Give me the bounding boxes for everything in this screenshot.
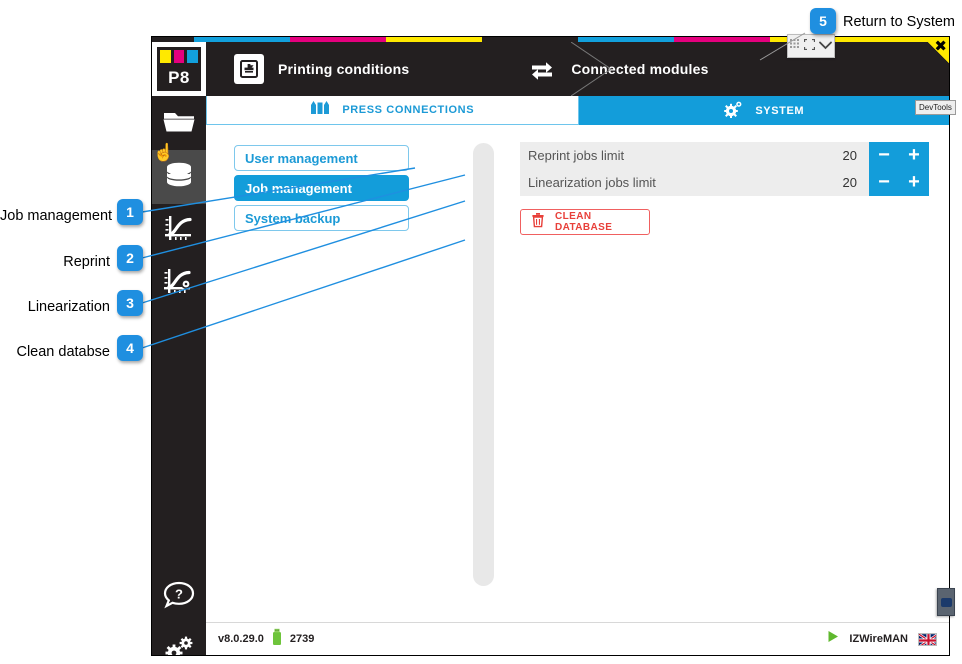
menu-item-label: System backup	[245, 210, 341, 226]
callout-label-4: Clean databse	[16, 344, 110, 360]
menu-item-user-management[interactable]: User management	[234, 145, 409, 171]
close-x-icon[interactable]: ✖	[934, 39, 947, 54]
curve-gear-icon	[162, 267, 196, 304]
tab-bar: PRESS CONNECTIONS SYSTEM	[206, 96, 949, 125]
gear-icon	[723, 101, 743, 121]
version-label: v8.0.29.0	[218, 633, 264, 645]
gears-icon	[162, 634, 196, 655]
breadcrumb-separator	[571, 42, 612, 96]
menu-item-label: Job management	[245, 180, 352, 196]
setting-label: Reprint jobs limit	[528, 148, 625, 163]
callout-number: 2	[126, 250, 134, 266]
sync-arrows-icon	[527, 54, 557, 84]
tab-press-connections[interactable]: PRESS CONNECTIONS	[206, 96, 579, 125]
play-triangle-icon[interactable]	[827, 630, 839, 648]
content-area: User management Job management System ba…	[206, 125, 949, 622]
sidebar-item-settings[interactable]	[152, 624, 206, 655]
status-bar: v8.0.29.0 2739 IZWireMAN	[206, 622, 949, 655]
header-bar: Printing conditions Connected modules	[206, 42, 949, 96]
reprint-minus-button[interactable]: −	[869, 142, 899, 169]
settings-menu-list: User management Job management System ba…	[234, 145, 409, 235]
breadcrumb-printing-conditions[interactable]: Printing conditions	[206, 42, 409, 96]
status-bar-left: v8.0.29.0 2739	[218, 628, 314, 651]
menu-item-job-management[interactable]: Job management	[234, 175, 409, 201]
printer-plate-icon	[234, 54, 264, 84]
stepper-plus-column: + +	[899, 142, 929, 196]
setting-row-reprint-jobs-limit: Reprint jobs limit 20	[520, 142, 929, 169]
devtools-tooltip[interactable]: DevTools	[915, 100, 956, 115]
status-bar-right: IZWireMAN	[827, 630, 937, 648]
settings-rows: Reprint jobs limit 20 Linearization jobs…	[520, 142, 929, 196]
uk-flag-icon[interactable]	[918, 632, 937, 646]
sidebar-item-folder[interactable]	[152, 96, 206, 150]
help-bubble-icon: ?	[163, 580, 195, 615]
tab-label: SYSTEM	[755, 104, 805, 117]
stepper-controls: − − + +	[869, 142, 929, 196]
callout-badge-2: 2	[117, 245, 143, 271]
edge-drag-handle[interactable]	[937, 588, 955, 616]
chevron-down-icon[interactable]	[819, 37, 833, 55]
usb-dongle-icon	[272, 628, 282, 651]
callout-number: 5	[819, 13, 827, 29]
handle-dot-icon	[940, 597, 952, 607]
callout-label-1: Job management	[0, 208, 113, 224]
screenshot-root: 1 Job management 2 Reprint 3 Linearizati…	[0, 0, 962, 664]
sidebar-item-linearization-settings[interactable]	[152, 258, 206, 312]
app-name-label: IZWireMAN	[849, 633, 908, 645]
menu-item-system-backup[interactable]: System backup	[234, 205, 409, 231]
menu-item-label: User management	[245, 150, 358, 166]
linearization-minus-button[interactable]: −	[869, 169, 899, 196]
reprint-plus-button[interactable]: +	[899, 142, 929, 169]
callout-badge-1: 1	[117, 199, 143, 225]
sidebar-rail: ?	[152, 96, 206, 655]
app-logo: P8	[152, 42, 206, 96]
logo-cmyk-bars	[160, 50, 199, 63]
vertical-scrollbar[interactable]	[473, 143, 494, 586]
folder-icon	[163, 108, 195, 139]
settings-panel: Reprint jobs limit 20 Linearization jobs…	[520, 142, 929, 235]
grid-icon[interactable]	[789, 37, 801, 55]
callout-badge-4: 4	[117, 335, 143, 361]
linearization-plus-button[interactable]: +	[899, 169, 929, 196]
sidebar-item-help[interactable]: ?	[152, 570, 206, 624]
build-label: 2739	[289, 633, 315, 645]
tab-system[interactable]: SYSTEM	[578, 96, 949, 125]
callout-badge-5: 5	[810, 8, 836, 34]
callout-number: 1	[126, 204, 134, 220]
callout-badge-3: 3	[117, 290, 143, 316]
setting-label: Linearization jobs limit	[528, 175, 656, 190]
stepper-minus-column: − −	[869, 142, 899, 196]
breadcrumb-label: Printing conditions	[278, 61, 410, 77]
callout-label-2: Reprint	[63, 254, 110, 270]
curve-icon	[163, 214, 195, 249]
logo-text: P8	[168, 68, 190, 87]
callout-number: 4	[126, 340, 134, 356]
application-window: ✖ P8 Printing conditions Connected modul…	[151, 36, 950, 656]
database-icon	[164, 161, 194, 194]
svg-text:?: ?	[175, 586, 183, 601]
logo-inner: P8	[157, 47, 201, 91]
callout-number: 3	[126, 295, 134, 311]
trash-icon	[531, 212, 545, 233]
mouse-cursor-icon: ☝	[153, 143, 175, 162]
callout-label-5: Return to System	[843, 14, 956, 30]
clean-database-label: CLEAN DATABASE	[555, 211, 613, 233]
clean-database-button[interactable]: CLEAN DATABASE	[520, 209, 650, 235]
tab-label: PRESS CONNECTIONS	[342, 104, 475, 116]
callout-label-3: Linearization	[27, 299, 110, 315]
setting-row-linearization-jobs-limit: Linearization jobs limit 20	[520, 169, 929, 196]
sidebar-item-linearization-curve[interactable]	[152, 204, 206, 258]
view-mode-widget[interactable]	[787, 34, 835, 58]
press-icon	[310, 101, 330, 119]
expand-icon[interactable]	[804, 37, 816, 55]
